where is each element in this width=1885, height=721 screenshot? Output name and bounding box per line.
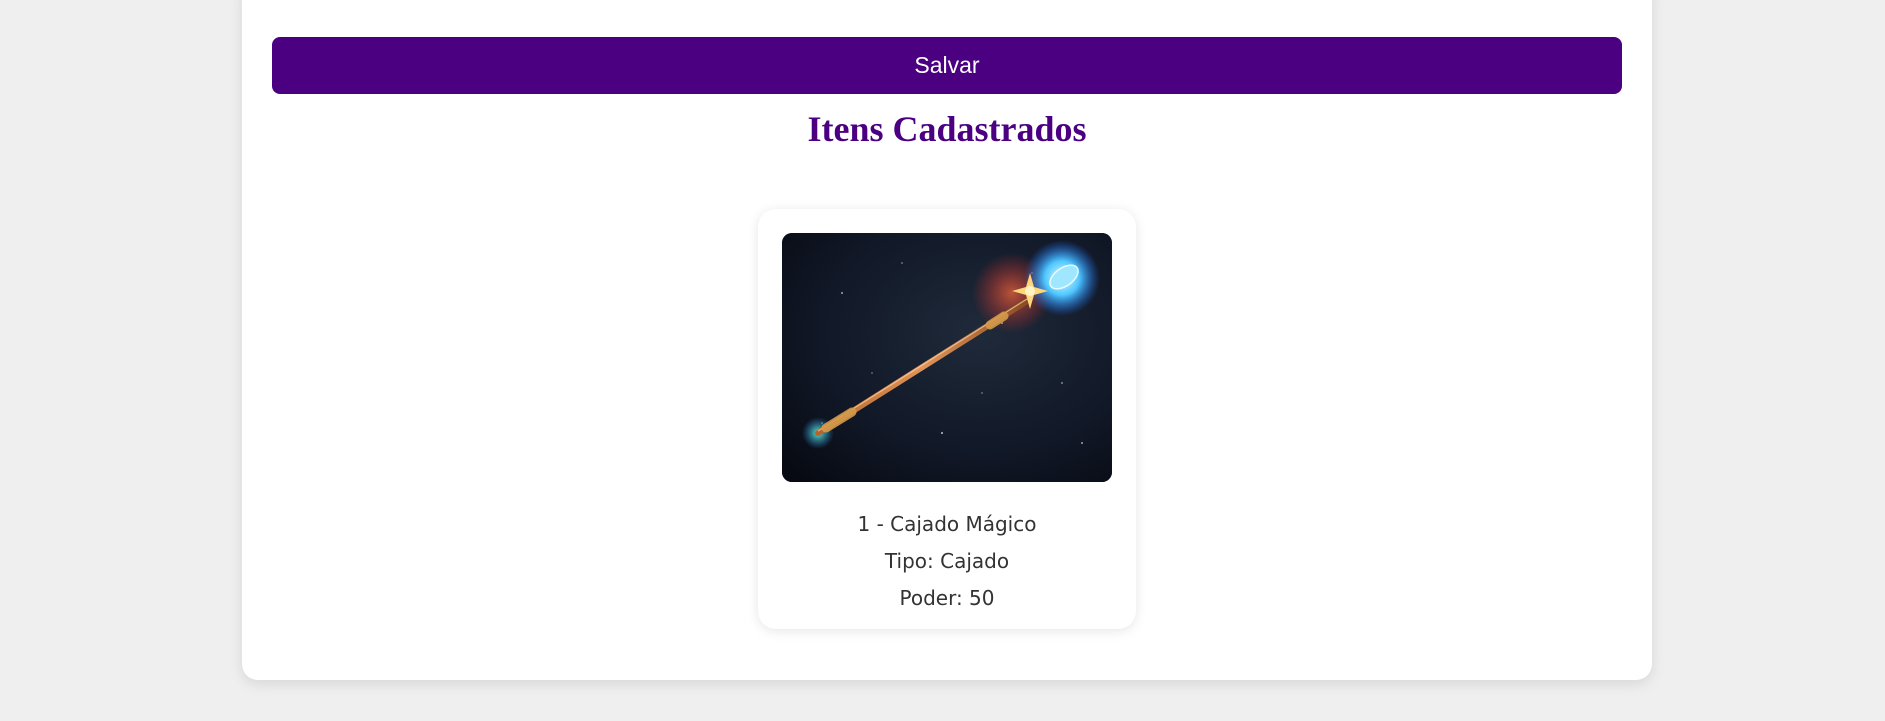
section-title: Itens Cadastrados (807, 109, 1087, 149)
save-button[interactable]: Salvar (272, 37, 1622, 94)
magic-staff-illustration (782, 233, 1112, 482)
main-container: Salvar Itens Cadastrados 1 - Cajado Mági… (242, 0, 1652, 680)
item-power: Poder: 50 (899, 586, 995, 610)
item-card: 1 - Cajado Mágico Tipo: Cajado Poder: 50 (758, 209, 1136, 629)
item-image (782, 233, 1112, 482)
item-type: Tipo: Cajado (884, 549, 1010, 573)
item-title: 1 - Cajado Mágico (857, 512, 1037, 536)
